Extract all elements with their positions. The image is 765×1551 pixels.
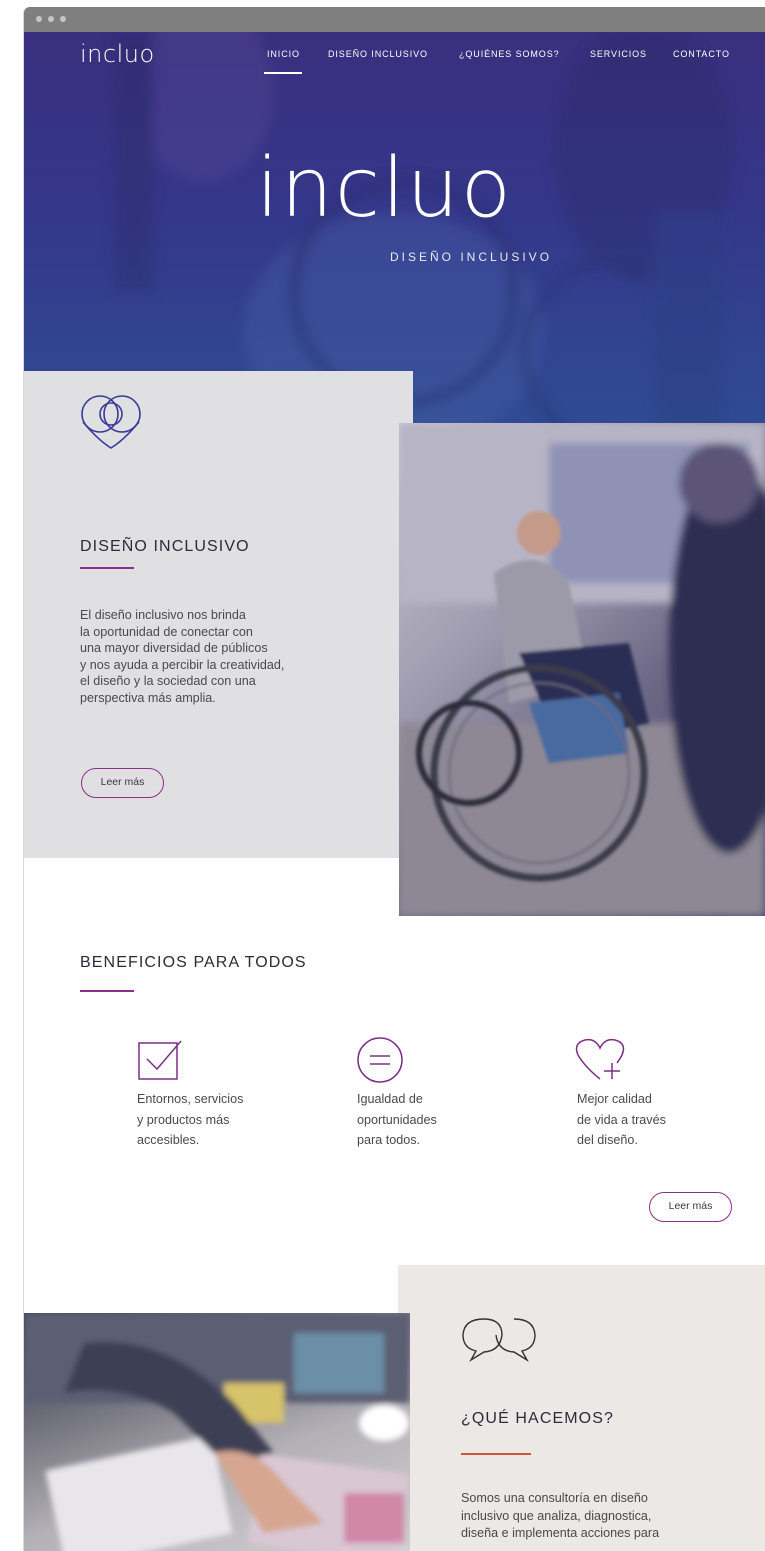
benefits-title-rule [80,990,134,992]
window-dot-minimize[interactable] [48,16,54,22]
nav-item-inicio[interactable]: INICIO [267,49,300,69]
nav-item-diseno-inclusivo[interactable]: DISEÑO INCLUSIVO [328,49,428,69]
window-dot-close[interactable] [36,16,42,22]
design-workspace-photo [24,1313,410,1551]
speech-bubbles-icon [462,1318,536,1362]
benefit-accesibles: Entornos, servicios y productos más acce… [137,1092,244,1147]
whatwedo-title: ¿QUÉ HACEMOS? [461,1410,614,1427]
intertwined-rings-heart-icon [81,395,141,449]
nav-active-indicator [264,72,302,74]
nav-item-contacto[interactable]: CONTACTO [673,49,730,69]
benefit-calidad-de-vida: Mejor calidad de vida a través del diseñ… [577,1092,666,1147]
nav-item-quienes-somos[interactable]: ¿QUIÉNES SOMOS? [459,49,560,69]
window-dot-zoom[interactable] [60,16,66,22]
browser-window: incluo INICIO DISEÑO INCLUSIVO ¿QUIÉNES … [24,7,765,1551]
browser-chrome [24,7,765,32]
heart-plus-icon [575,1038,625,1080]
site-logo[interactable]: incluo [80,40,155,68]
nav-item-servicios[interactable]: SERVICIOS [590,49,647,69]
inclusive-read-more-button[interactable]: Leer más [81,768,164,798]
inclusive-title: DISEÑO INCLUSIVO [80,538,250,555]
benefits-title: BENEFICIOS PARA TODOS [80,954,307,971]
wheelchair-photo-art [399,423,765,916]
checkbox-icon [138,1040,182,1080]
whatwedo-title-rule [461,1453,531,1455]
wheelchair-user-photo [399,423,765,916]
benefit-igualdad: Igualdad de oportunidades para todos. [357,1092,437,1147]
hero-logo: incluo [256,141,513,236]
equals-circle-icon [357,1037,403,1083]
benefits-read-more-button[interactable]: Leer más [649,1192,732,1222]
hero-tagline: DISEÑO INCLUSIVO [390,250,553,264]
workspace-photo-art [24,1313,410,1551]
whatwedo-description: Somos una consultoría en diseño inclusiv… [461,1491,660,1540]
inclusive-description: El diseño inclusivo nos brinda la oportu… [80,608,285,705]
inclusive-title-rule [80,567,134,569]
